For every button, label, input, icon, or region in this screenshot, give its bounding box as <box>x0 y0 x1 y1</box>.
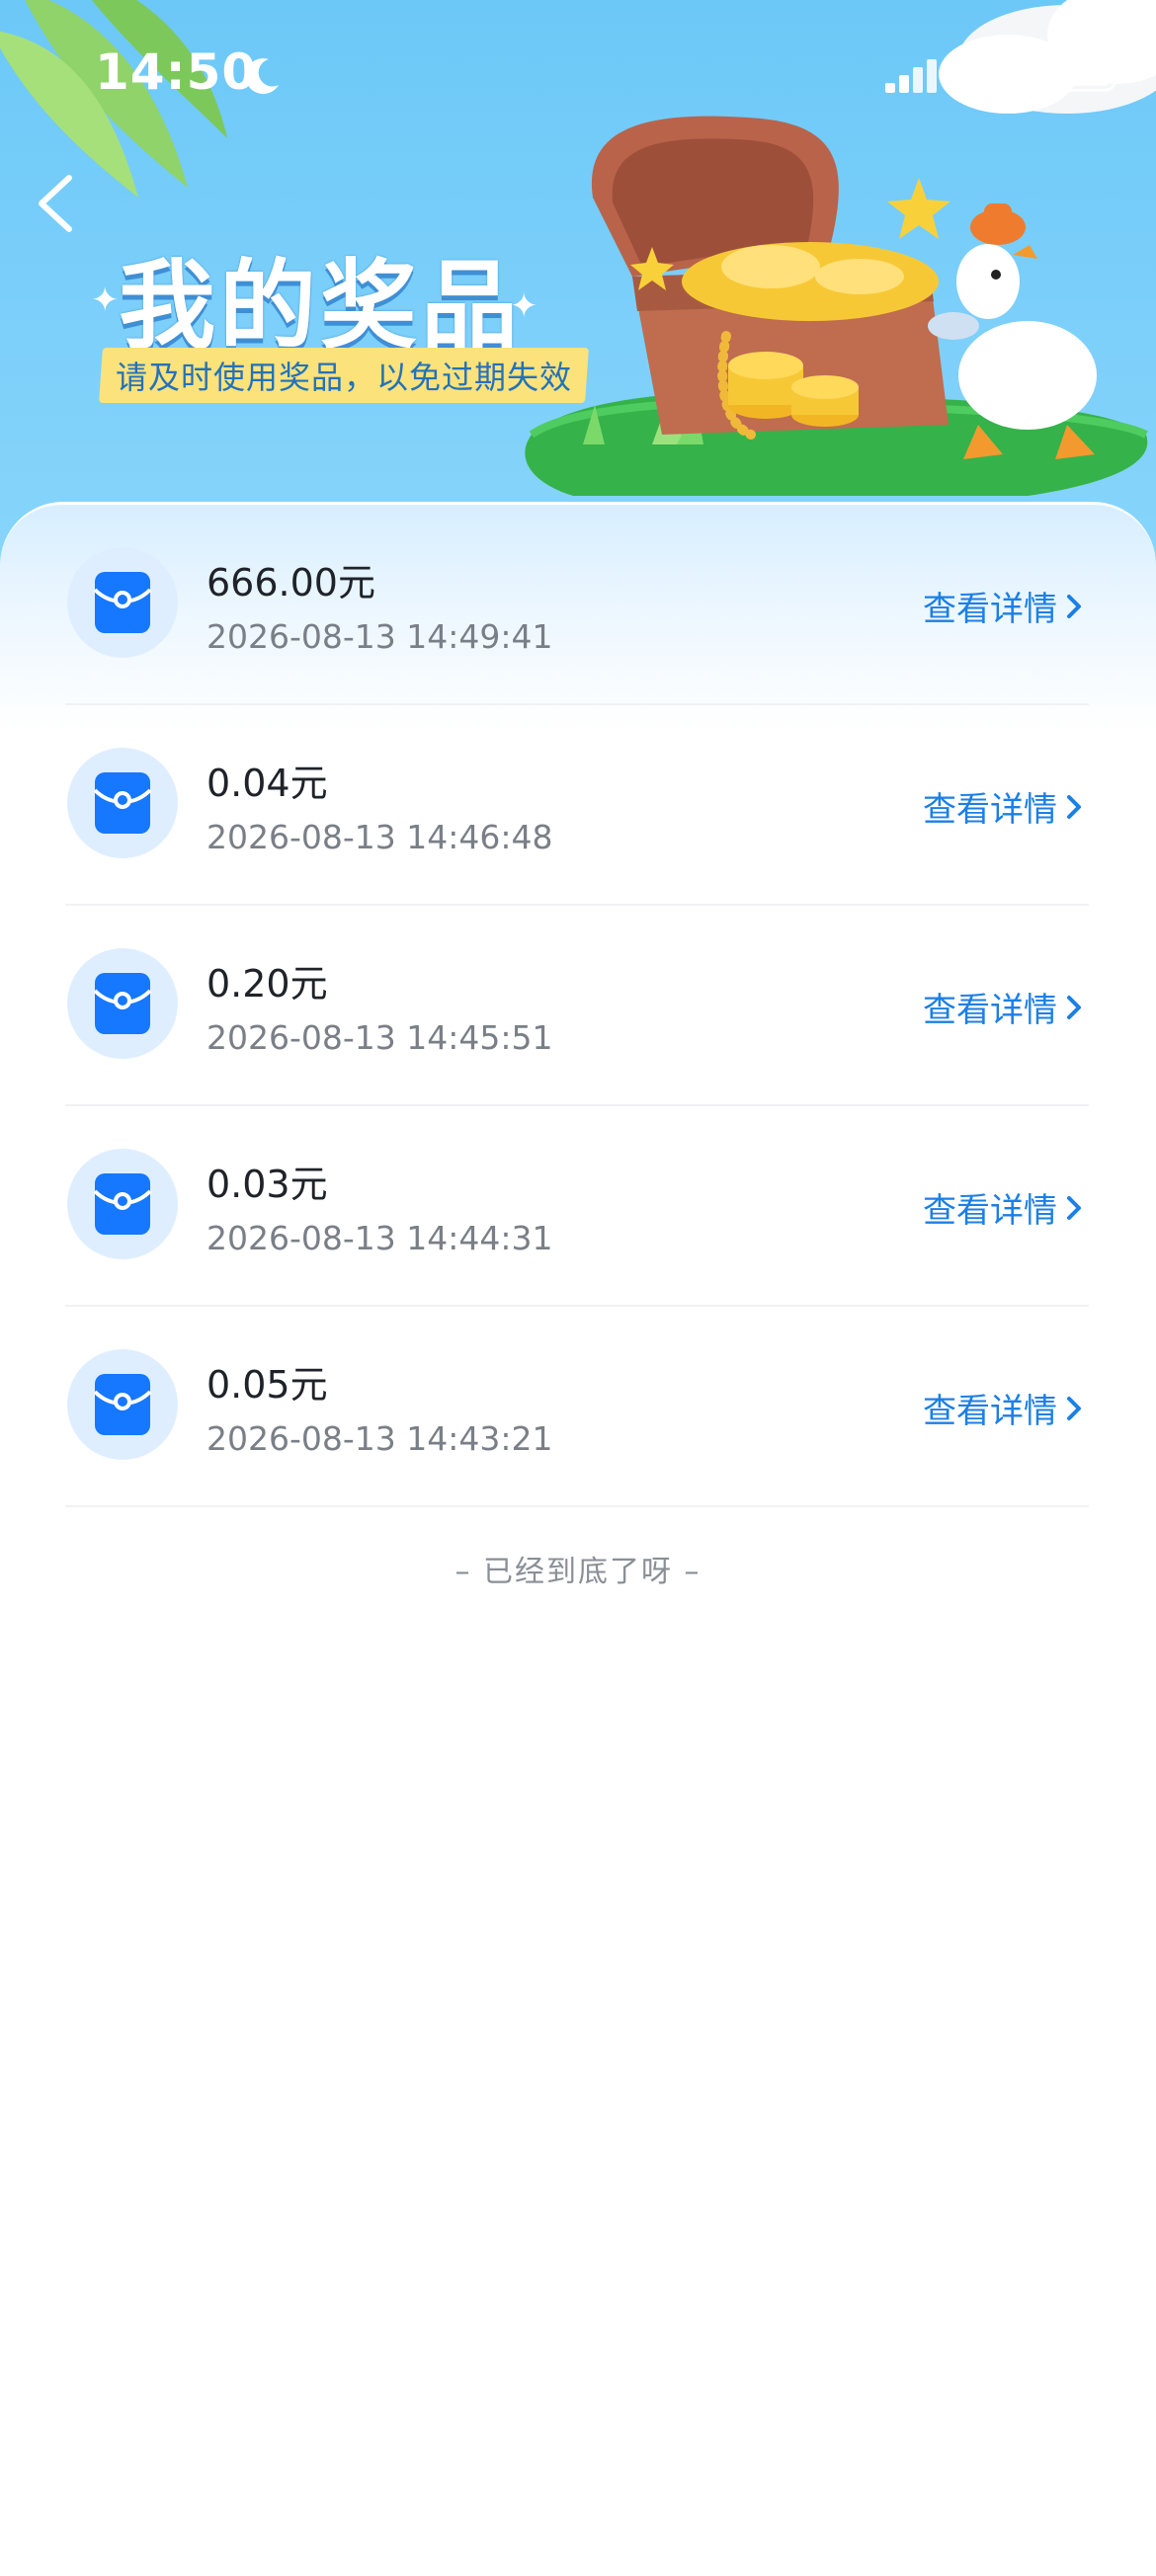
prize-time: 2026-08-13 14:49:41 <box>206 617 553 656</box>
prize-row[interactable]: 0.20元 2026-08-13 14:45:51 查看详情 <box>65 906 1089 1106</box>
page-title: 我的奖品 <box>119 250 523 362</box>
view-details-label: 查看详情 <box>923 991 1057 1030</box>
prize-amount: 0.04元 <box>206 762 328 805</box>
view-details-label: 查看详情 <box>923 790 1057 830</box>
moon-icon <box>245 58 279 95</box>
sparkle-decoration: ✦ <box>91 281 120 320</box>
view-details-link[interactable]: 查看详情 <box>923 582 1085 630</box>
view-details-link[interactable]: 查看详情 <box>923 782 1085 831</box>
chevron-right-icon <box>1067 594 1081 618</box>
chevron-right-icon <box>1067 1396 1081 1420</box>
red-packet-icon <box>67 1149 178 1259</box>
view-details-link[interactable]: 查看详情 <box>923 983 1085 1031</box>
wifi-icon <box>972 56 1018 91</box>
red-packet-icon <box>67 948 178 1059</box>
status-icons <box>883 55 1116 95</box>
prize-row[interactable]: 0.04元 2026-08-13 14:46:48 查看详情 <box>65 705 1089 906</box>
prize-amount: 0.05元 <box>206 1363 328 1407</box>
view-details-label: 查看详情 <box>923 1392 1057 1431</box>
red-packet-icon <box>67 1349 178 1460</box>
prize-time: 2026-08-13 14:46:48 <box>206 818 553 856</box>
page-subtitle: 请及时使用奖品，以免过期失效 <box>115 359 572 396</box>
red-packet-icon <box>67 547 178 658</box>
back-arrow-icon[interactable] <box>26 168 85 239</box>
prize-amount: 0.20元 <box>206 962 328 1006</box>
view-details-link[interactable]: 查看详情 <box>923 1384 1085 1432</box>
red-packet-icon <box>67 748 178 858</box>
view-details-label: 查看详情 <box>923 1191 1057 1231</box>
battery-level <box>1051 64 1111 86</box>
status-time: 14:50 <box>95 43 258 101</box>
battery-icon <box>1045 58 1116 92</box>
chevron-right-icon <box>1067 995 1081 1019</box>
prize-row[interactable]: 666.00元 2026-08-13 14:49:41 查看详情 <box>65 505 1089 705</box>
prize-list: 666.00元 2026-08-13 14:49:41 查看详情 0.04元 2… <box>65 505 1089 1507</box>
prize-list-card: 666.00元 2026-08-13 14:49:41 查看详情 0.04元 2… <box>0 502 1156 2576</box>
view-details-label: 查看详情 <box>923 590 1057 629</box>
end-of-list-note: – 已经到底了呀 – <box>454 1555 702 1589</box>
chevron-right-icon <box>1067 794 1081 819</box>
prize-time: 2026-08-13 14:43:21 <box>206 1419 553 1458</box>
prize-time: 2026-08-13 14:44:31 <box>206 1219 553 1257</box>
prize-row[interactable]: 0.03元 2026-08-13 14:44:31 查看详情 <box>65 1106 1089 1307</box>
treasure-chest-illustration <box>525 116 1148 496</box>
view-details-link[interactable]: 查看详情 <box>923 1183 1085 1232</box>
cellular-signal-icon <box>885 59 937 93</box>
prize-time: 2026-08-13 14:45:51 <box>206 1018 553 1057</box>
prize-amount: 0.03元 <box>206 1163 328 1206</box>
prize-row[interactable]: 0.05元 2026-08-13 14:43:21 查看详情 <box>65 1307 1089 1507</box>
chevron-right-icon <box>1067 1195 1081 1220</box>
prize-amount: 666.00元 <box>206 561 375 604</box>
